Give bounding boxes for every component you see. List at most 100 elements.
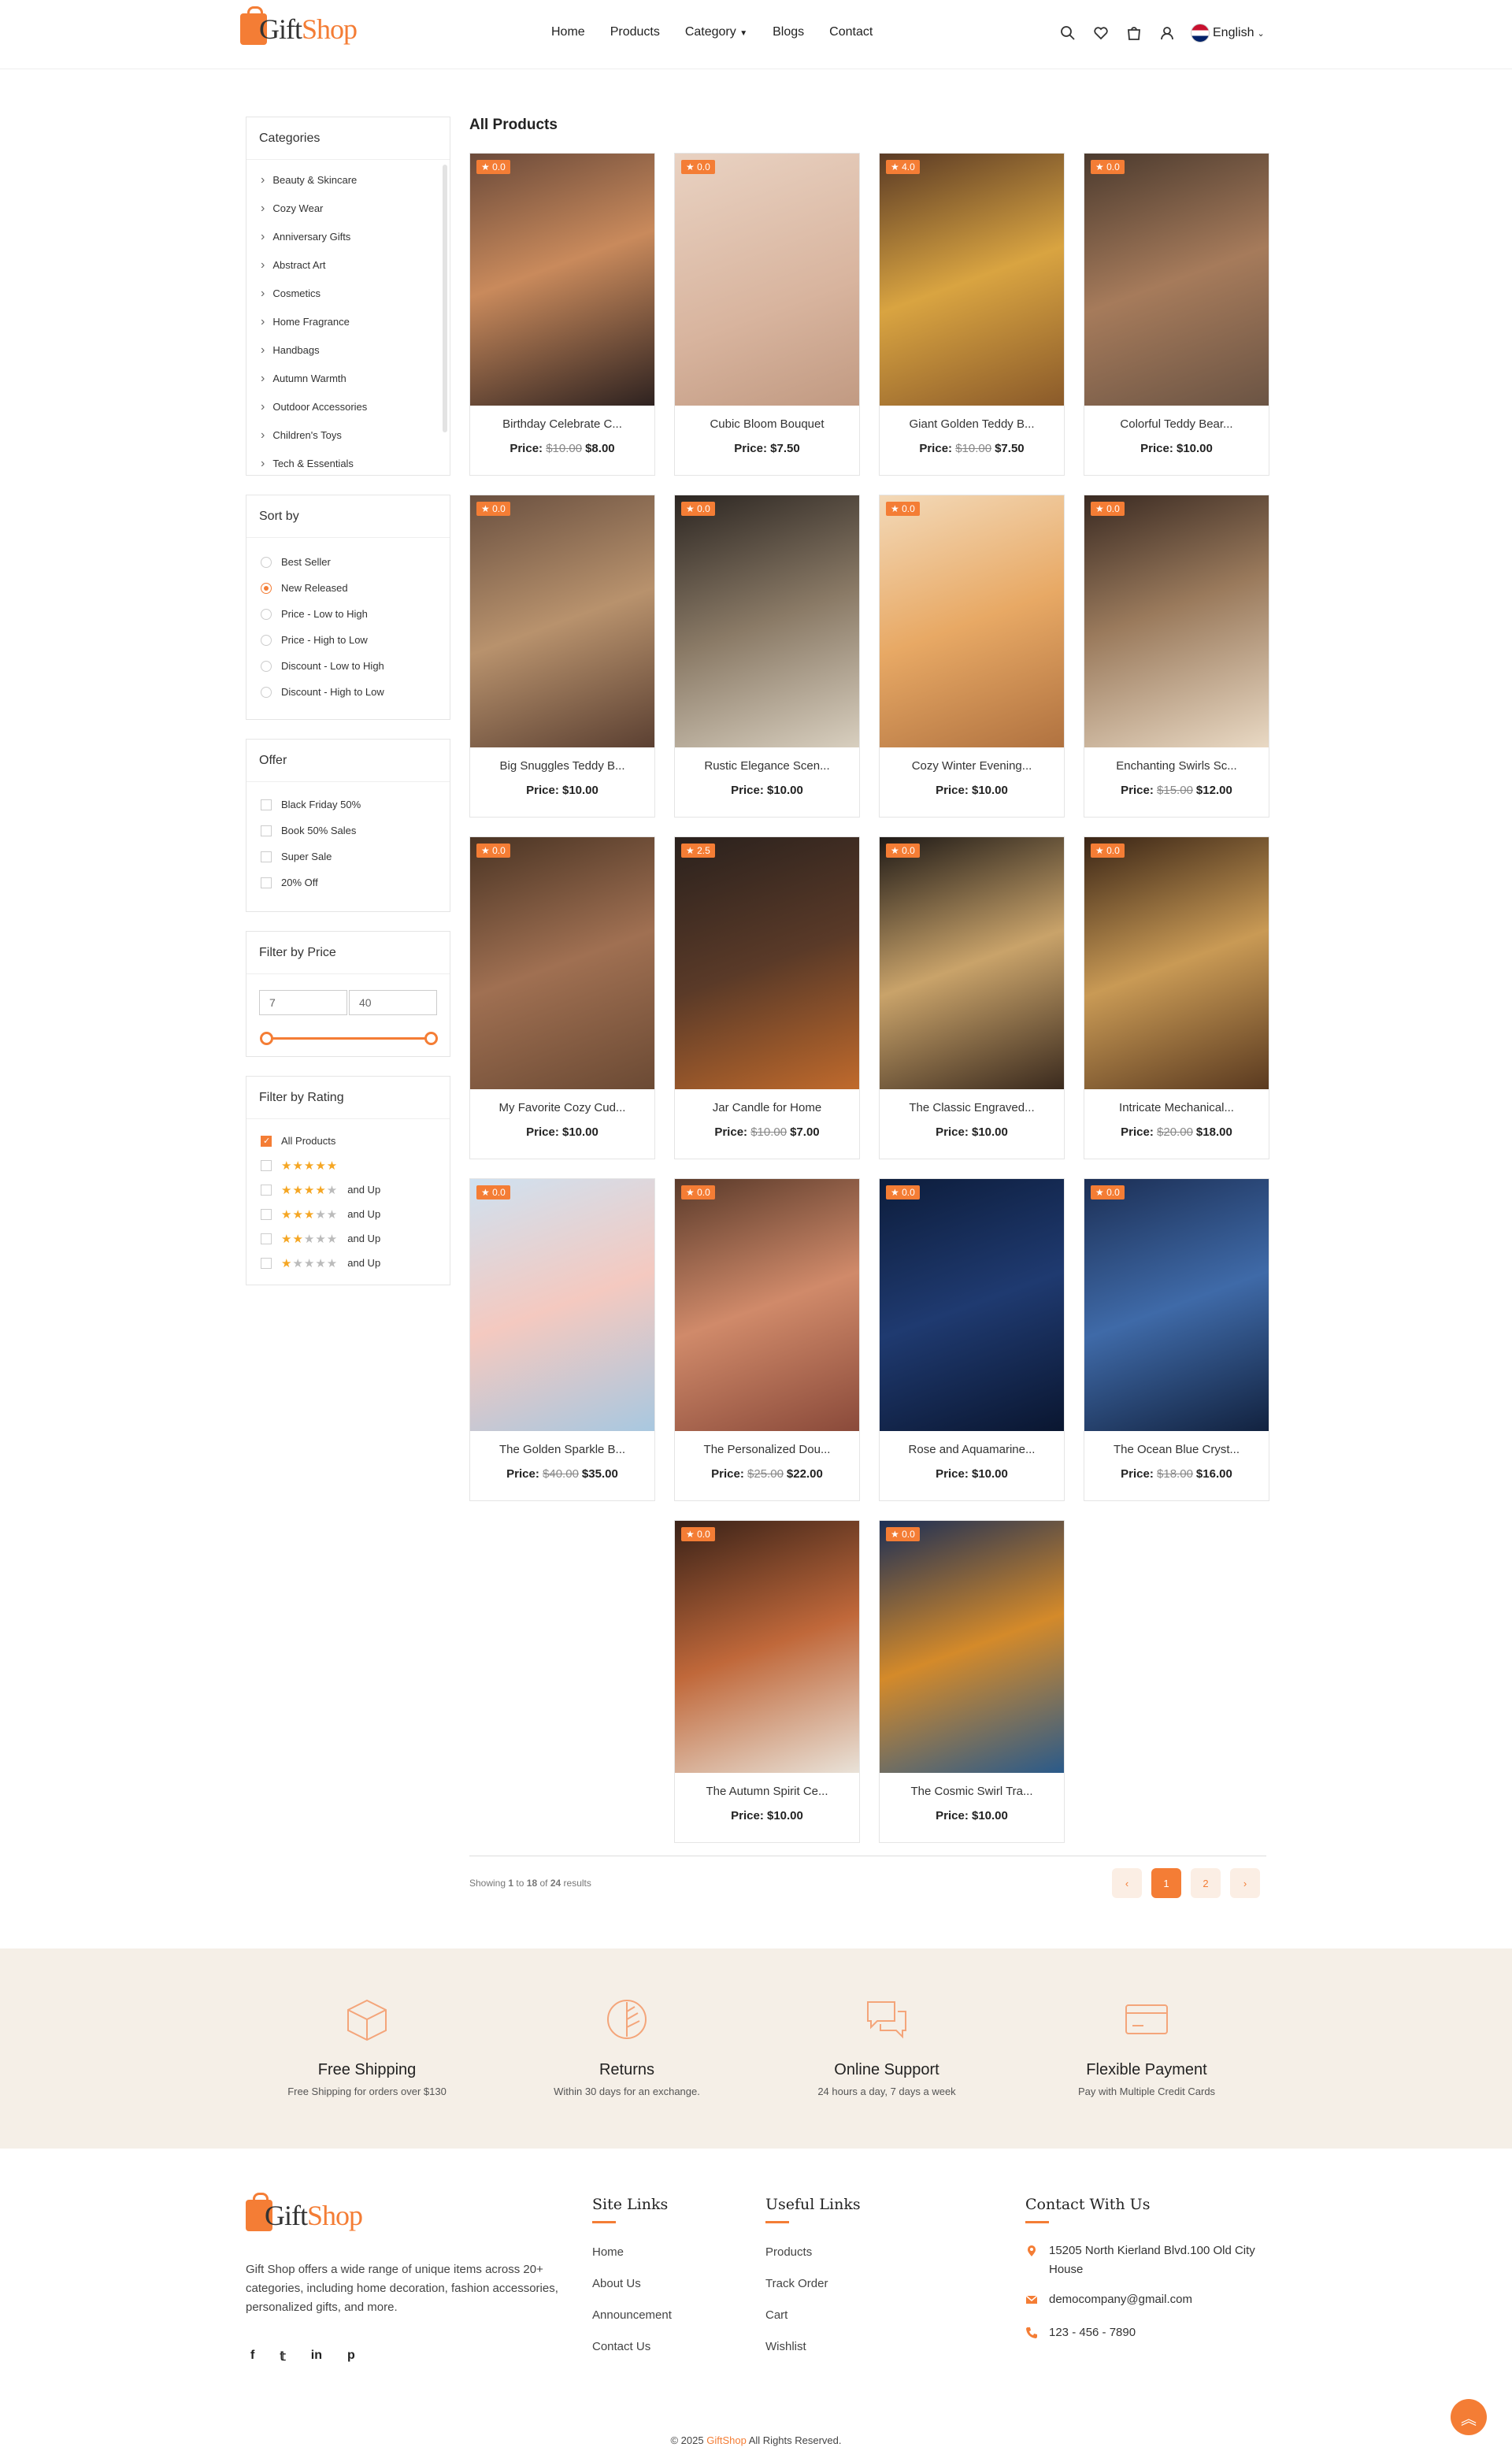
product-card[interactable]: ★ 0.0 Enchanting Swirls Sc... Price: $15.0… bbox=[1084, 495, 1269, 818]
radio-button[interactable] bbox=[261, 556, 272, 568]
checkbox[interactable] bbox=[261, 799, 272, 810]
category-item[interactable]: Children's Toys bbox=[261, 421, 450, 450]
product-image[interactable]: ★ 0.0 bbox=[470, 837, 654, 1089]
footer-link-products[interactable]: Products bbox=[765, 2237, 828, 2268]
product-card[interactable]: ★ 0.0 Cubic Bloom Bouquet Price: $7.50 bbox=[674, 153, 860, 476]
product-name[interactable]: The Autumn Spirit Ce... bbox=[675, 1785, 859, 1798]
offer-option[interactable]: 20% Off bbox=[246, 869, 450, 895]
rating-option-3[interactable]: ★★★★★ and Up bbox=[246, 1202, 450, 1226]
price-max-input[interactable]: 40 bbox=[349, 990, 437, 1015]
offer-option[interactable]: Black Friday 50% bbox=[246, 792, 450, 818]
product-image[interactable]: ★ 0.0 bbox=[880, 1521, 1064, 1773]
footer-link-cart[interactable]: Cart bbox=[765, 2300, 828, 2331]
category-item[interactable]: Autumn Warmth bbox=[261, 365, 450, 393]
category-item[interactable]: Home Fragrance bbox=[261, 308, 450, 336]
category-item[interactable]: Anniversary Gifts bbox=[261, 223, 450, 251]
footer-link-track-order[interactable]: Track Order bbox=[765, 2268, 828, 2300]
rating-option-5[interactable]: ★★★★★ bbox=[246, 1153, 450, 1177]
product-card[interactable]: ★ 0.0 The Personalized Dou... Price: $25.0… bbox=[674, 1178, 860, 1501]
category-item[interactable]: Abstract Art bbox=[261, 251, 450, 280]
product-name[interactable]: Intricate Mechanical... bbox=[1084, 1101, 1269, 1114]
product-card[interactable]: ★ 0.0 The Classic Engraved... Price: $10.0… bbox=[879, 836, 1065, 1159]
product-card[interactable]: ★ 0.0 Big Snuggles Teddy B... Price: $10.0… bbox=[469, 495, 655, 818]
radio-button[interactable] bbox=[261, 660, 272, 672]
product-image[interactable]: ★ 0.0 bbox=[470, 1179, 654, 1431]
category-item[interactable]: Handbags bbox=[261, 336, 450, 365]
checkbox[interactable] bbox=[261, 1159, 272, 1171]
contact-email[interactable]: democompany@gmail.com bbox=[1025, 2290, 1192, 2309]
nav-contact[interactable]: Contact bbox=[829, 25, 873, 39]
product-card[interactable]: ★ 0.0 My Favorite Cozy Cud... Price: $10.0… bbox=[469, 836, 655, 1159]
product-image[interactable]: ★ 0.0 bbox=[470, 495, 654, 747]
product-name[interactable]: The Personalized Dou... bbox=[675, 1443, 859, 1456]
product-image[interactable]: ★ 2.5 bbox=[675, 837, 859, 1089]
product-card[interactable]: ★ 0.0 Intricate Mechanical... Price: $20.0… bbox=[1084, 836, 1269, 1159]
category-item[interactable]: Cosmetics bbox=[261, 280, 450, 308]
product-image[interactable]: ★ 0.0 bbox=[1084, 1179, 1269, 1431]
sort-option[interactable]: New Released bbox=[246, 575, 450, 601]
category-item[interactable]: Cozy Wear bbox=[261, 195, 450, 223]
product-name[interactable]: Big Snuggles Teddy B... bbox=[470, 759, 654, 773]
sort-option[interactable]: Price - Low to High bbox=[246, 601, 450, 627]
footer-link-wishlist[interactable]: Wishlist bbox=[765, 2331, 828, 2363]
user-icon[interactable] bbox=[1158, 24, 1177, 43]
sort-option[interactable]: Discount - High to Low bbox=[246, 679, 450, 705]
product-name[interactable]: My Favorite Cozy Cud... bbox=[470, 1101, 654, 1114]
product-card[interactable]: ★ 0.0 Birthday Celebrate C... Price: $10.0… bbox=[469, 153, 655, 476]
product-name[interactable]: Rose and Aquamarine... bbox=[880, 1443, 1064, 1456]
checkbox[interactable] bbox=[261, 851, 272, 862]
product-name[interactable]: The Classic Engraved... bbox=[880, 1101, 1064, 1114]
product-card[interactable]: ★ 4.0 Giant Golden Teddy B... Price: $10.0… bbox=[879, 153, 1065, 476]
sort-option[interactable]: Discount - Low to High bbox=[246, 653, 450, 679]
product-name[interactable]: The Golden Sparkle B... bbox=[470, 1443, 654, 1456]
price-min-handle[interactable] bbox=[260, 1032, 273, 1045]
product-name[interactable]: Giant Golden Teddy B... bbox=[880, 417, 1064, 431]
rating-option-1[interactable]: ★★★★★ and Up bbox=[246, 1251, 450, 1275]
product-name[interactable]: The Ocean Blue Cryst... bbox=[1084, 1443, 1269, 1456]
rating-all-option[interactable]: All Products bbox=[246, 1129, 450, 1153]
radio-button[interactable] bbox=[261, 686, 272, 698]
sort-option[interactable]: Price - High to Low bbox=[246, 627, 450, 653]
copyright-brand[interactable]: GiftShop bbox=[706, 2434, 747, 2446]
sort-option[interactable]: Best Seller bbox=[246, 549, 450, 575]
product-image[interactable]: ★ 0.0 bbox=[675, 495, 859, 747]
product-card[interactable]: ★ 0.0 The Ocean Blue Cryst... Price: $18.0… bbox=[1084, 1178, 1269, 1501]
back-to-top-button[interactable]: ︽ bbox=[1451, 2399, 1487, 2435]
product-card[interactable]: ★ 0.0 The Golden Sparkle B... Price: $40.0… bbox=[469, 1178, 655, 1501]
offer-option[interactable]: Book 50% Sales bbox=[246, 818, 450, 844]
category-item[interactable]: Outdoor Accessories bbox=[261, 393, 450, 421]
product-image[interactable]: ★ 0.0 bbox=[880, 1179, 1064, 1431]
category-item[interactable]: Tech & Essentials bbox=[261, 450, 450, 478]
product-name[interactable]: Cubic Bloom Bouquet bbox=[675, 417, 859, 431]
checkbox[interactable] bbox=[261, 1208, 272, 1220]
prev-page-button[interactable]: ‹ bbox=[1112, 1868, 1142, 1898]
language-selector[interactable]: English ⌄ bbox=[1191, 24, 1265, 43]
product-name[interactable]: Jar Candle for Home bbox=[675, 1101, 859, 1114]
product-name[interactable]: Enchanting Swirls Sc... bbox=[1084, 759, 1269, 773]
nav-home[interactable]: Home bbox=[551, 25, 585, 39]
facebook-icon[interactable]: f bbox=[250, 2349, 254, 2364]
product-image[interactable]: ★ 0.0 bbox=[1084, 154, 1269, 406]
product-image[interactable]: ★ 0.0 bbox=[675, 154, 859, 406]
product-card[interactable]: ★ 0.0 The Autumn Spirit Ce... Price: $10.0… bbox=[674, 1520, 860, 1843]
product-image[interactable]: ★ 0.0 bbox=[675, 1521, 859, 1773]
footer-link-about[interactable]: About Us bbox=[592, 2268, 672, 2300]
contact-phone[interactable]: 123 - 456 - 7890 bbox=[1025, 2323, 1136, 2342]
checkbox-checked[interactable] bbox=[261, 1135, 272, 1147]
product-name[interactable]: Cozy Winter Evening... bbox=[880, 759, 1064, 773]
product-card[interactable]: ★ 2.5 Jar Candle for Home Price: $10.00 $7.… bbox=[674, 836, 860, 1159]
heart-icon[interactable] bbox=[1091, 24, 1110, 43]
nav-category[interactable]: Category ▼ bbox=[685, 25, 747, 39]
product-image[interactable]: ★ 0.0 bbox=[1084, 837, 1269, 1089]
search-icon[interactable] bbox=[1058, 24, 1077, 43]
footer-link-home[interactable]: Home bbox=[592, 2237, 672, 2268]
product-name[interactable]: Colorful Teddy Bear... bbox=[1084, 417, 1269, 431]
product-name[interactable]: The Cosmic Swirl Tra... bbox=[880, 1785, 1064, 1798]
nav-products[interactable]: Products bbox=[610, 25, 660, 39]
checkbox[interactable] bbox=[261, 1184, 272, 1196]
product-card[interactable]: ★ 0.0 Rustic Elegance Scen... Price: $10.0… bbox=[674, 495, 860, 818]
radio-button-selected[interactable] bbox=[261, 582, 272, 594]
radio-button[interactable] bbox=[261, 634, 272, 646]
offer-option[interactable]: Super Sale bbox=[246, 844, 450, 869]
rating-option-4[interactable]: ★★★★★ and Up bbox=[246, 1177, 450, 1202]
